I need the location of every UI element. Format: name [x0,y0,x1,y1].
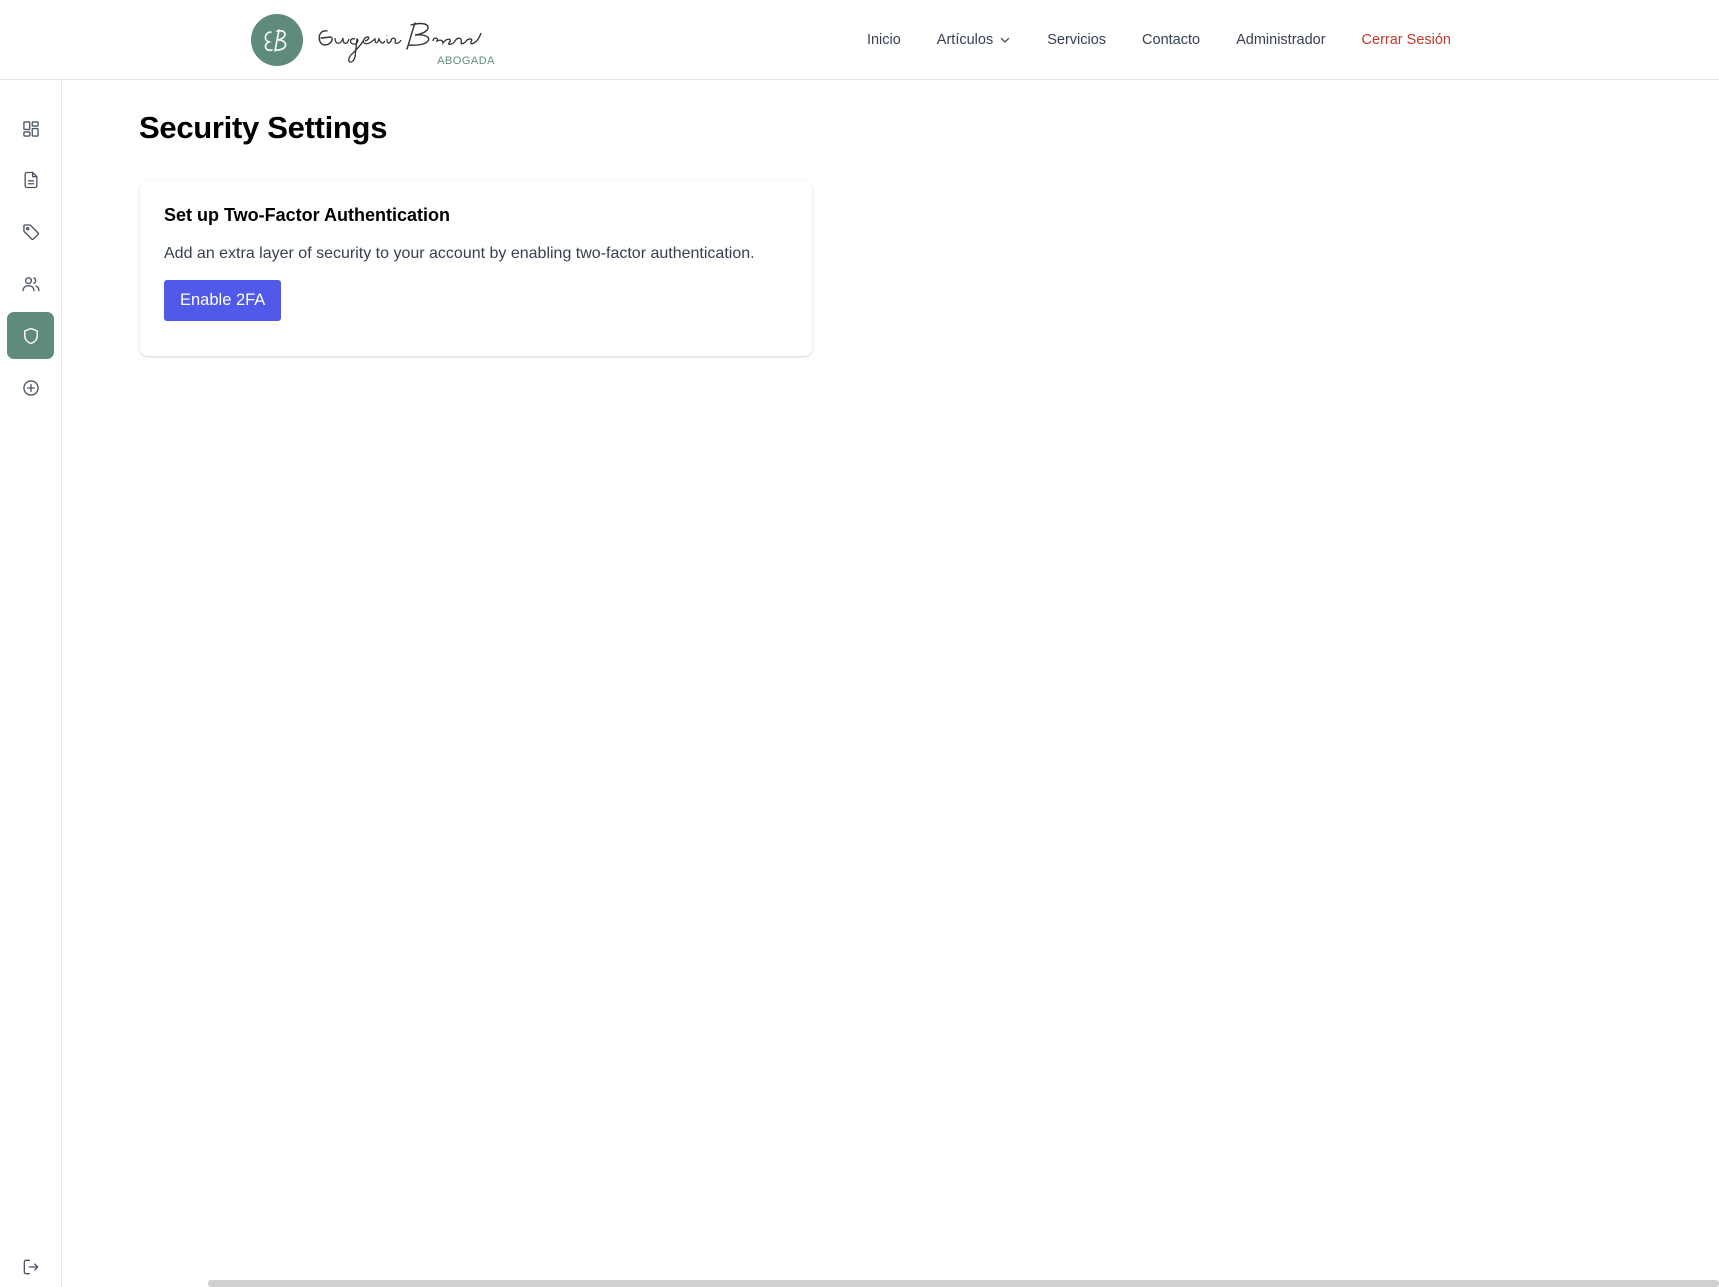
monogram-icon [264,29,287,52]
top-header: ABOGADA Inicio Artículos Servicios Conta… [0,0,1719,80]
app-page: ABOGADA Inicio Artículos Servicios Conta… [0,0,1719,1287]
logo-wordmark: ABOGADA [315,11,505,69]
card-description: Add an extra layer of security to your a… [164,245,755,262]
plus-circle-icon [22,379,39,396]
nav-servicios-label: Servicios [1047,32,1107,48]
sidebar-item-dashboard[interactable] [7,105,54,152]
site-logo[interactable]: ABOGADA [251,11,505,69]
sidebar-item-security[interactable] [7,312,54,359]
logo-subtitle: ABOGADA [437,55,495,67]
sidebar-item-tags[interactable] [7,208,54,255]
chevron-down-icon [1001,37,1010,43]
nav-logout[interactable]: Cerrar Sesión [1362,32,1451,48]
users-icon [21,276,40,291]
sidebar-item-users[interactable] [7,260,54,307]
admin-sidebar [0,80,62,1287]
enable-2fa-button[interactable]: Enable 2FA [164,280,282,321]
shield-icon [23,327,38,344]
nav-inicio[interactable]: Inicio [867,32,901,48]
logout-icon [23,1259,38,1274]
sidebar-item-documents[interactable] [7,156,54,203]
logo-monogram [251,14,303,66]
horizontal-scrollbar[interactable] [208,1280,1719,1287]
tag-icon [22,223,39,240]
nav-contacto[interactable]: Contacto [1142,32,1200,48]
main-nav: Inicio Artículos Servicios Contacto Admi… [867,0,1451,80]
nav-inicio-label: Inicio [866,32,901,48]
two-factor-card: Set up Two-Factor Authentication Add an … [140,181,812,356]
dashboard-icon [22,120,39,137]
nav-articulos-label: Artículos [936,32,994,48]
nav-administrador-label: Administrador [1236,32,1326,48]
nav-contacto-label: Contacto [1142,32,1201,48]
nav-logout-label: Cerrar Sesión [1361,32,1451,48]
nav-administrador[interactable]: Administrador [1236,32,1325,48]
nav-articulos-dropdown[interactable]: Artículos [937,32,1011,48]
sidebar-logout[interactable] [7,1243,54,1287]
document-icon [24,171,37,188]
page-title: Security Settings [139,110,388,145]
nav-servicios[interactable]: Servicios [1047,32,1106,48]
sidebar-item-add[interactable] [7,364,54,411]
card-title: Set up Two-Factor Authentication [164,205,450,225]
